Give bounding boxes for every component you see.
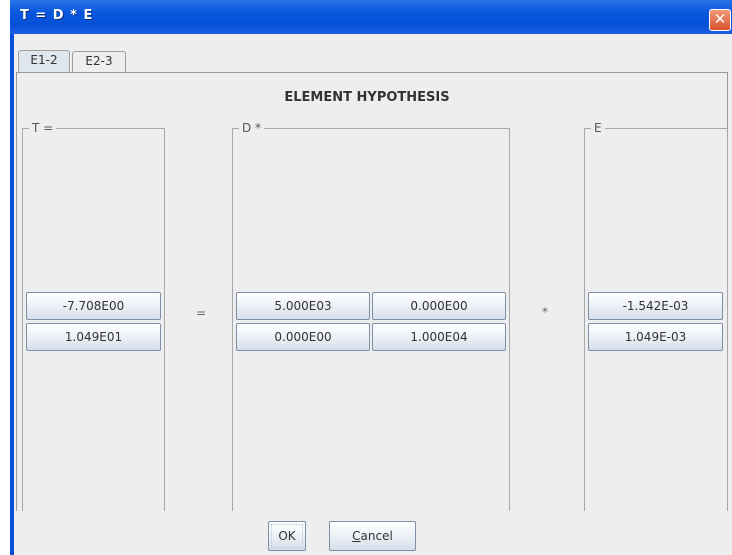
window-title: T = D * E [20,8,94,23]
d-matrix-group: D * 5.000E03 0.000E00 0.000E00 1.000E04 [232,121,510,542]
tab-panel: ELEMENT HYPOTHESIS T = -7.708E00 1.049E0… [16,72,728,545]
dialog-content: E1-2 E2-3 ELEMENT HYPOTHESIS T = -7.708E… [14,34,732,555]
t-group-label: T = [29,121,57,135]
t-vector-group: T = -7.708E00 1.049E01 [22,121,165,542]
d-group-label: D * [239,121,265,135]
equals-operator: = [196,306,207,320]
ok-button[interactable]: OK [268,521,306,551]
close-icon: ✕ [713,10,727,28]
cancel-button[interactable]: Cancel [329,521,416,551]
times-operator: * [542,305,548,319]
d-value-0-1[interactable]: 0.000E00 [372,292,506,320]
panel-heading: ELEMENT HYPOTHESIS [284,90,450,105]
d-value-1-1[interactable]: 1.000E04 [372,323,506,351]
button-bar: OK Cancel [14,511,732,555]
cancel-mnemonic: C [352,529,361,543]
tab-e1-2[interactable]: E1-2 [18,50,70,72]
cancel-label-rest: ancel [360,529,393,543]
d-value-1-0[interactable]: 0.000E00 [236,323,370,351]
close-button[interactable]: ✕ [709,9,731,31]
background-window-edge [0,0,10,555]
dialog-window: T = D * E ✕ E1-2 E2-3 ELEMENT HYPOTHESIS… [10,0,732,555]
e-value-1[interactable]: 1.049E-03 [588,323,723,351]
e-value-0[interactable]: -1.542E-03 [588,292,723,320]
d-value-0-0[interactable]: 5.000E03 [236,292,370,320]
title-bar[interactable]: T = D * E ✕ [10,0,732,34]
e-vector-group: E -1.542E-03 1.049E-03 [584,121,728,542]
e-group-label: E [591,121,605,135]
t-value-1[interactable]: 1.049E01 [26,323,161,351]
tab-e2-3[interactable]: E2-3 [72,51,126,72]
t-value-0[interactable]: -7.708E00 [26,292,161,320]
